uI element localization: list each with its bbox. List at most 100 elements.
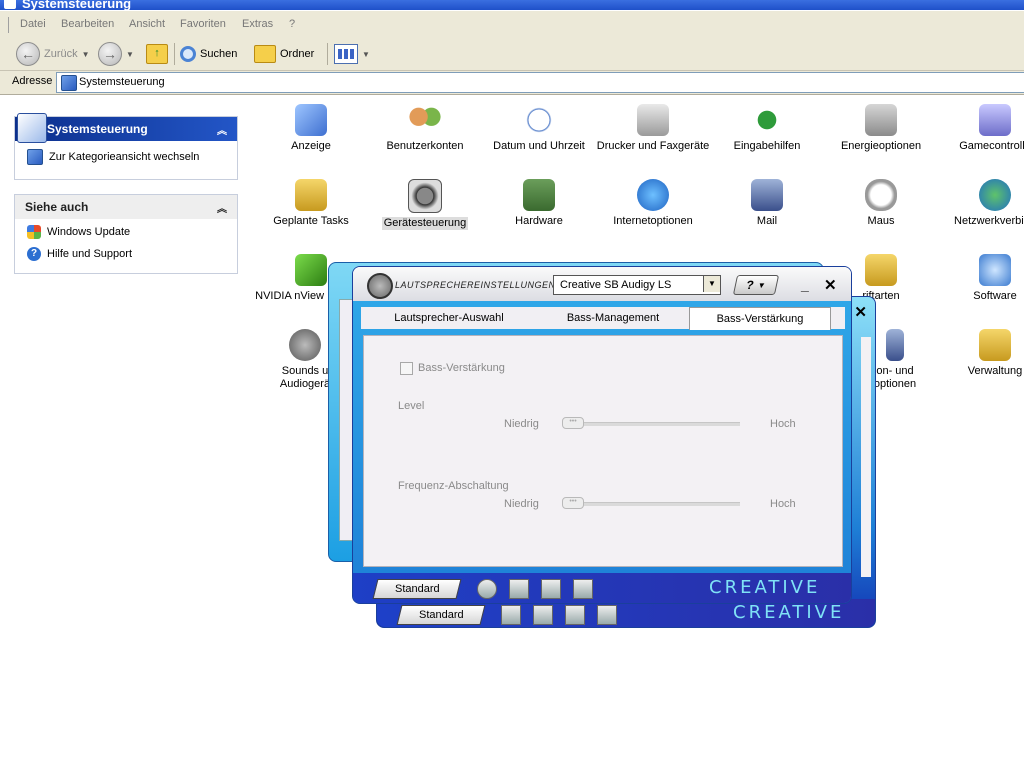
address-input[interactable]: Systemsteuerung xyxy=(56,72,1024,93)
creative-titlebar: LAUTSPRECHEREINSTELLUNGEN Creative SB Au… xyxy=(353,267,851,301)
equalizer-icon[interactable] xyxy=(597,605,617,625)
applet-internetoptionen[interactable]: Internetoptionen xyxy=(596,179,710,228)
close-icon[interactable]: ✕ xyxy=(824,276,837,294)
up-folder-button[interactable]: ↑ xyxy=(146,42,168,66)
back-standard-label: Standard xyxy=(418,609,464,621)
menu-bearbeiten[interactable]: Bearbeiten xyxy=(61,18,114,30)
level-high-label: Hoch xyxy=(770,418,796,430)
chevron-down-icon[interactable]: ▼ xyxy=(703,276,720,292)
standard-label: Standard xyxy=(394,583,440,595)
menu-extras[interactable]: Extras xyxy=(242,18,273,30)
device-select[interactable]: Creative SB Audigy LS ▼ xyxy=(553,275,721,295)
applet-eingabehilfen[interactable]: Eingabehilfen xyxy=(710,104,824,153)
windows-update-link[interactable]: Windows Update xyxy=(15,219,237,243)
bass-boost-panel: Bass-Verstärkung Level Niedrig ••• Hoch … xyxy=(363,335,843,567)
applet-label: Software xyxy=(973,290,1017,302)
search-button[interactable]: Suchen xyxy=(180,42,237,66)
applet-label: Mail xyxy=(756,215,778,227)
level-slider-track[interactable] xyxy=(564,422,740,426)
views-icon xyxy=(334,44,358,64)
applet-gamecontroller[interactable]: Gamecontrolle xyxy=(938,104,1024,153)
applet-geplante-tasks[interactable]: Geplante Tasks xyxy=(254,179,368,228)
bass-boost-checkbox[interactable] xyxy=(400,362,413,375)
menu-help[interactable]: ? xyxy=(289,18,295,30)
background-panel-edge xyxy=(861,337,871,577)
accessibility-icon xyxy=(751,104,783,136)
windows-update-icon xyxy=(27,225,41,239)
pane-header-see-also[interactable]: Siehe auch ︽ xyxy=(15,195,237,219)
back-button[interactable]: ← Zurück ▼ xyxy=(16,42,90,66)
back-label: Zurück xyxy=(44,48,78,60)
equalizer-icon[interactable] xyxy=(573,579,593,599)
menu-favoriten[interactable]: Favoriten xyxy=(180,18,226,30)
hardware-icon xyxy=(523,179,555,211)
device-control-icon xyxy=(408,179,442,213)
level-label: Level xyxy=(398,400,425,412)
creative-window-title: LAUTSPRECHEREINSTELLUNGEN xyxy=(395,280,556,290)
minimize-icon[interactable]: _ xyxy=(801,277,809,293)
applet-software[interactable]: Software xyxy=(938,254,1024,303)
speaker-logo-icon[interactable] xyxy=(533,605,553,625)
switch-category-view-link[interactable]: Zur Kategorieansicht wechseln xyxy=(15,141,237,169)
close-icon[interactable]: ✕ xyxy=(854,303,867,321)
views-button[interactable]: ▼ xyxy=(334,42,370,66)
mouse-icon xyxy=(865,179,897,211)
folders-button[interactable]: Ordner xyxy=(254,42,314,66)
device-select-value: Creative SB Audigy LS xyxy=(560,279,672,291)
tab-label: Bass-Management xyxy=(566,312,660,324)
level-slider-thumb[interactable]: ••• xyxy=(562,417,584,429)
speaker-bars-icon[interactable] xyxy=(509,579,529,599)
views-dropdown-icon[interactable]: ▼ xyxy=(362,50,370,59)
folders-label: Ordner xyxy=(280,48,315,60)
applet-netzwerk[interactable]: Netzwerkverbind xyxy=(938,179,1024,228)
forward-button[interactable]: → ▼ xyxy=(98,42,134,66)
frequency-slider-track[interactable] xyxy=(564,502,740,506)
applet-energieoptionen[interactable]: Energieoptionen xyxy=(824,104,938,153)
software-icon xyxy=(979,254,1011,286)
bass-boost-checkbox-label: Bass-Verstärkung xyxy=(418,362,505,374)
menu-datei[interactable]: Datei xyxy=(20,18,46,30)
applet-benutzerkonten[interactable]: Benutzerkonten xyxy=(368,104,482,153)
collapse-chevron-icon[interactable]: ︽ xyxy=(217,200,227,215)
back-dropdown-icon[interactable]: ▼ xyxy=(82,50,90,59)
back-standard-button[interactable]: Standard xyxy=(396,605,486,625)
applet-mail[interactable]: Mail xyxy=(710,179,824,228)
applet-hardware[interactable]: Hardware xyxy=(482,179,596,228)
toolbar: ← Zurück ▼ → ▼ ↑ Suchen Ordner ▼ xyxy=(0,38,1024,71)
control-panel-icon xyxy=(61,75,77,91)
admin-tools-icon xyxy=(979,329,1011,361)
speaker-logo-icon[interactable] xyxy=(477,579,497,599)
frequency-slider-thumb[interactable]: ••• xyxy=(562,497,584,509)
applet-label: Internetoptionen xyxy=(613,215,693,227)
standard-button[interactable]: Standard xyxy=(372,579,462,599)
applet-maus[interactable]: Maus xyxy=(824,179,938,228)
applet-label: Geplante Tasks xyxy=(273,215,349,227)
applet-geraetesteuerung[interactable]: Gerätesteuerung xyxy=(368,179,482,230)
control-panel-icon xyxy=(27,149,43,165)
forward-dropdown-icon[interactable]: ▼ xyxy=(126,50,134,59)
speaker-add-icon[interactable] xyxy=(541,579,561,599)
address-bar: Adresse Systemsteuerung xyxy=(0,71,1024,95)
pane-header-control-panel[interactable]: Systemsteuerung ︽ xyxy=(15,117,237,141)
tab-lautsprecher-auswahl[interactable]: Lautsprecher-Auswahl xyxy=(361,307,537,329)
windows-update-label: Windows Update xyxy=(47,226,131,238)
speaker-bars-icon[interactable] xyxy=(501,605,521,625)
help-support-link[interactable]: ? Hilfe und Support xyxy=(15,243,237,265)
network-globe-icon xyxy=(979,179,1011,211)
task-pane-see-also: Siehe auch ︽ Windows Update ? Hilfe und … xyxy=(14,194,238,274)
speaker-add-icon[interactable] xyxy=(565,605,585,625)
help-button[interactable]: ? ▼ xyxy=(732,275,780,295)
applet-drucker[interactable]: Drucker und Faxgeräte xyxy=(596,104,710,153)
address-label: Adresse xyxy=(12,75,53,87)
pane-title: Siehe auch xyxy=(25,200,89,214)
applet-anzeige[interactable]: Anzeige xyxy=(254,104,368,153)
folder-up-icon: ↑ xyxy=(146,44,168,64)
tab-bass-verstaerkung[interactable]: Bass-Verstärkung xyxy=(689,307,831,330)
collapse-chevron-icon[interactable]: ︽ xyxy=(217,122,227,137)
menu-ansicht[interactable]: Ansicht xyxy=(129,18,165,30)
applet-label: Anzeige xyxy=(291,140,331,152)
applet-verwaltung[interactable]: Verwaltung xyxy=(938,329,1024,378)
creative-logo-icon xyxy=(367,273,393,299)
applet-datum-uhrzeit[interactable]: Datum und Uhrzeit xyxy=(482,104,596,153)
tab-bass-management[interactable]: Bass-Management xyxy=(537,307,689,329)
